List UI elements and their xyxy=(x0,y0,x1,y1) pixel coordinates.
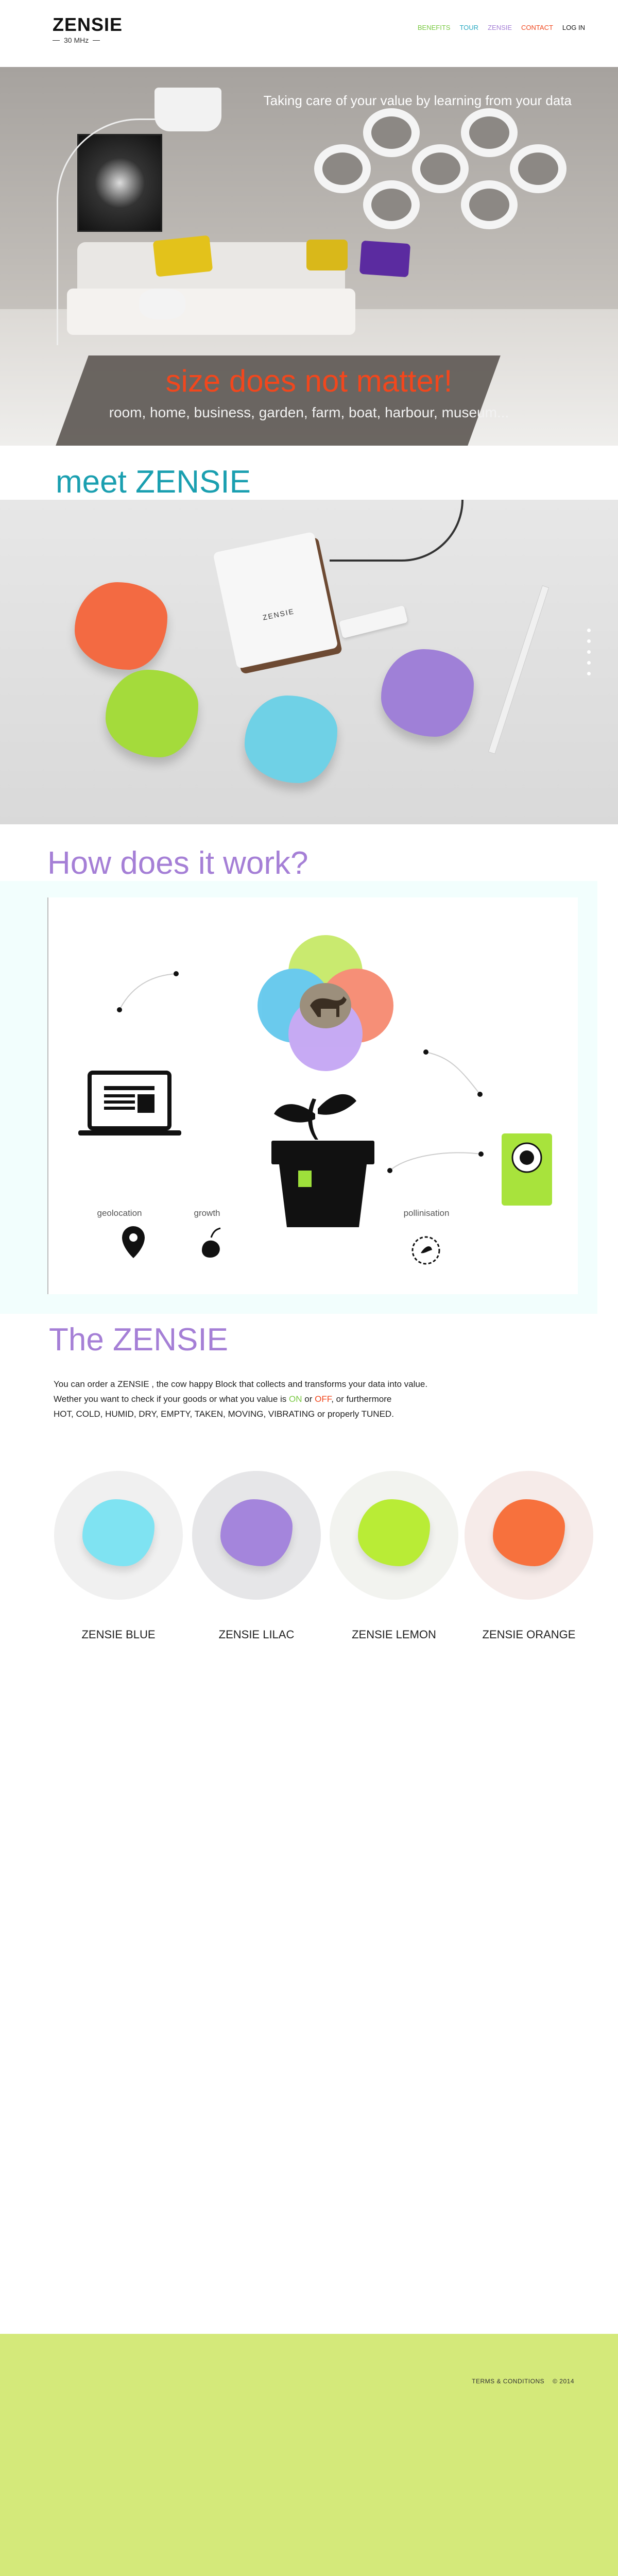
pencil-image xyxy=(488,585,550,754)
logo-title: ZENSIE xyxy=(53,14,123,35)
carousel-dots xyxy=(587,629,591,675)
meet-title: meet ZENSIE xyxy=(56,464,251,500)
shelf-cell xyxy=(461,180,518,229)
hero-title: size does not matter! xyxy=(165,364,453,398)
logo-frequency: 30 MHz xyxy=(64,36,89,44)
connector-dot xyxy=(387,1168,392,1173)
product-showcase: ZENSIE xyxy=(0,500,618,824)
product-name: ZENSIE BLUE xyxy=(81,1628,156,1641)
laptop-icon xyxy=(78,1071,181,1136)
hero-sofa-seat xyxy=(67,289,355,335)
product-card-lilac[interactable]: ZENSIE LILAC xyxy=(192,1471,321,1641)
carousel-dot[interactable] xyxy=(587,661,591,665)
nav-login[interactable]: LOG IN xyxy=(562,24,585,31)
hero-shelf xyxy=(314,98,582,252)
shelf-cell xyxy=(363,108,420,157)
footer-links: TERMS & CONDITIONS © 2014 xyxy=(472,2378,574,2385)
nav-contact[interactable]: CONTACT xyxy=(521,24,553,31)
description-line-1: You can order a ZENSIE , the cow happy B… xyxy=(54,1379,428,1389)
block-orange-image xyxy=(493,1499,565,1566)
connector-dot xyxy=(174,971,179,976)
product-card-orange[interactable]: ZENSIE ORANGE xyxy=(465,1471,593,1641)
product-name: ZENSIE LEMON xyxy=(352,1628,436,1641)
product-name: ZENSIE ORANGE xyxy=(482,1628,576,1641)
zensie-title: The ZENSIE xyxy=(49,1322,228,1358)
connector-dot xyxy=(423,1049,428,1055)
description-line-3: HOT, COLD, HUMID, DRY, EMPTY, TAKEN, MOV… xyxy=(54,1409,394,1419)
site-header: ZENSIE 30 MHz BENEFITS TOUR ZENSIE CONTA… xyxy=(0,0,618,67)
connector-line xyxy=(119,973,177,1010)
terms-link[interactable]: TERMS & CONDITIONS xyxy=(472,2378,544,2385)
zensie-hub-image: ZENSIE xyxy=(213,531,338,669)
block-blue-image xyxy=(245,696,337,783)
shelf-cell xyxy=(510,144,566,193)
connector-line xyxy=(389,1152,482,1171)
shelf-cell xyxy=(314,144,371,193)
connector-line xyxy=(425,1052,480,1095)
product-image xyxy=(192,1471,321,1600)
how-title: How does it work? xyxy=(47,845,308,881)
hero-tagline: Taking care of your value by learning fr… xyxy=(263,93,572,108)
logo-dash-right xyxy=(93,40,100,41)
tag-device-icon xyxy=(502,1133,552,1206)
label-pollinisation: pollinisation xyxy=(403,1208,450,1218)
shelf-cell xyxy=(363,180,420,229)
product-card-blue[interactable]: ZENSIE BLUE xyxy=(54,1471,183,1641)
product-image xyxy=(465,1471,593,1600)
block-blue-image xyxy=(82,1499,154,1566)
plant-pot-icon xyxy=(271,1094,374,1227)
description-line-2: Wether you want to check if your goods o… xyxy=(54,1392,496,1406)
connector-dot xyxy=(477,1092,483,1097)
logo-subtitle: 30 MHz xyxy=(53,36,135,44)
off-highlight: OFF xyxy=(315,1394,332,1404)
main-nav: BENEFITS TOUR ZENSIE CONTACT LOG IN xyxy=(418,24,585,31)
hero-side-table xyxy=(139,289,185,319)
carousel-dot[interactable] xyxy=(587,629,591,632)
block-orange-image xyxy=(75,582,167,670)
shelf-cell xyxy=(461,108,518,157)
product-name: ZENSIE LILAC xyxy=(218,1628,295,1641)
product-image xyxy=(330,1471,458,1600)
product-image xyxy=(54,1471,183,1600)
nav-zensie[interactable]: ZENSIE xyxy=(488,24,512,31)
logo-dash-left xyxy=(53,40,60,41)
nav-benefits[interactable]: BENEFITS xyxy=(418,24,451,31)
carousel-dot[interactable] xyxy=(587,639,591,643)
description-text: , or furthermore xyxy=(331,1394,392,1404)
carousel-dot[interactable] xyxy=(587,672,591,675)
growth-icon xyxy=(202,1227,221,1258)
label-geolocation: geolocation xyxy=(97,1208,142,1218)
hero-lamp-shade xyxy=(154,88,221,131)
block-lemon-image xyxy=(358,1499,430,1566)
zensie-description: You can order a ZENSIE , the cow happy B… xyxy=(54,1377,496,1421)
site-footer: TERMS & CONDITIONS © 2014 xyxy=(0,2334,618,2576)
cable-image xyxy=(330,500,464,562)
usb-stick-image xyxy=(338,605,408,639)
on-highlight: ON xyxy=(289,1394,302,1404)
product-list: ZENSIE BLUE ZENSIE LILAC ZENSIE LEMON ZE… xyxy=(0,1471,618,1667)
hero-subtitle: room, home, business, garden, farm, boat… xyxy=(109,404,509,420)
connector-dot xyxy=(478,1151,484,1157)
product-card-lemon[interactable]: ZENSIE LEMON xyxy=(330,1471,458,1641)
nav-tour[interactable]: TOUR xyxy=(459,24,478,31)
hub-label: ZENSIE xyxy=(262,607,296,622)
hero-cushion-yellow xyxy=(306,240,348,270)
hero-cushion-yellow xyxy=(152,235,213,277)
hero-cushion-purple xyxy=(359,240,411,278)
block-lilac-image xyxy=(220,1499,293,1566)
label-growth: growth xyxy=(194,1208,220,1218)
pollinisation-icon xyxy=(411,1236,440,1265)
block-lemon-image xyxy=(106,670,198,757)
description-text: Wether you want to check if your goods o… xyxy=(54,1394,289,1404)
hero-banner: Taking care of your value by learning fr… xyxy=(0,67,618,446)
how-diagram xyxy=(78,935,552,1265)
carousel-dot[interactable] xyxy=(587,650,591,654)
block-lilac-image xyxy=(381,649,474,737)
copyright: © 2014 xyxy=(553,2378,574,2385)
connector-dot xyxy=(117,1007,122,1012)
description-text: or xyxy=(302,1394,315,1404)
geolocation-icon xyxy=(122,1226,145,1258)
shelf-cell xyxy=(412,144,469,193)
logo[interactable]: ZENSIE 30 MHz xyxy=(53,14,135,44)
